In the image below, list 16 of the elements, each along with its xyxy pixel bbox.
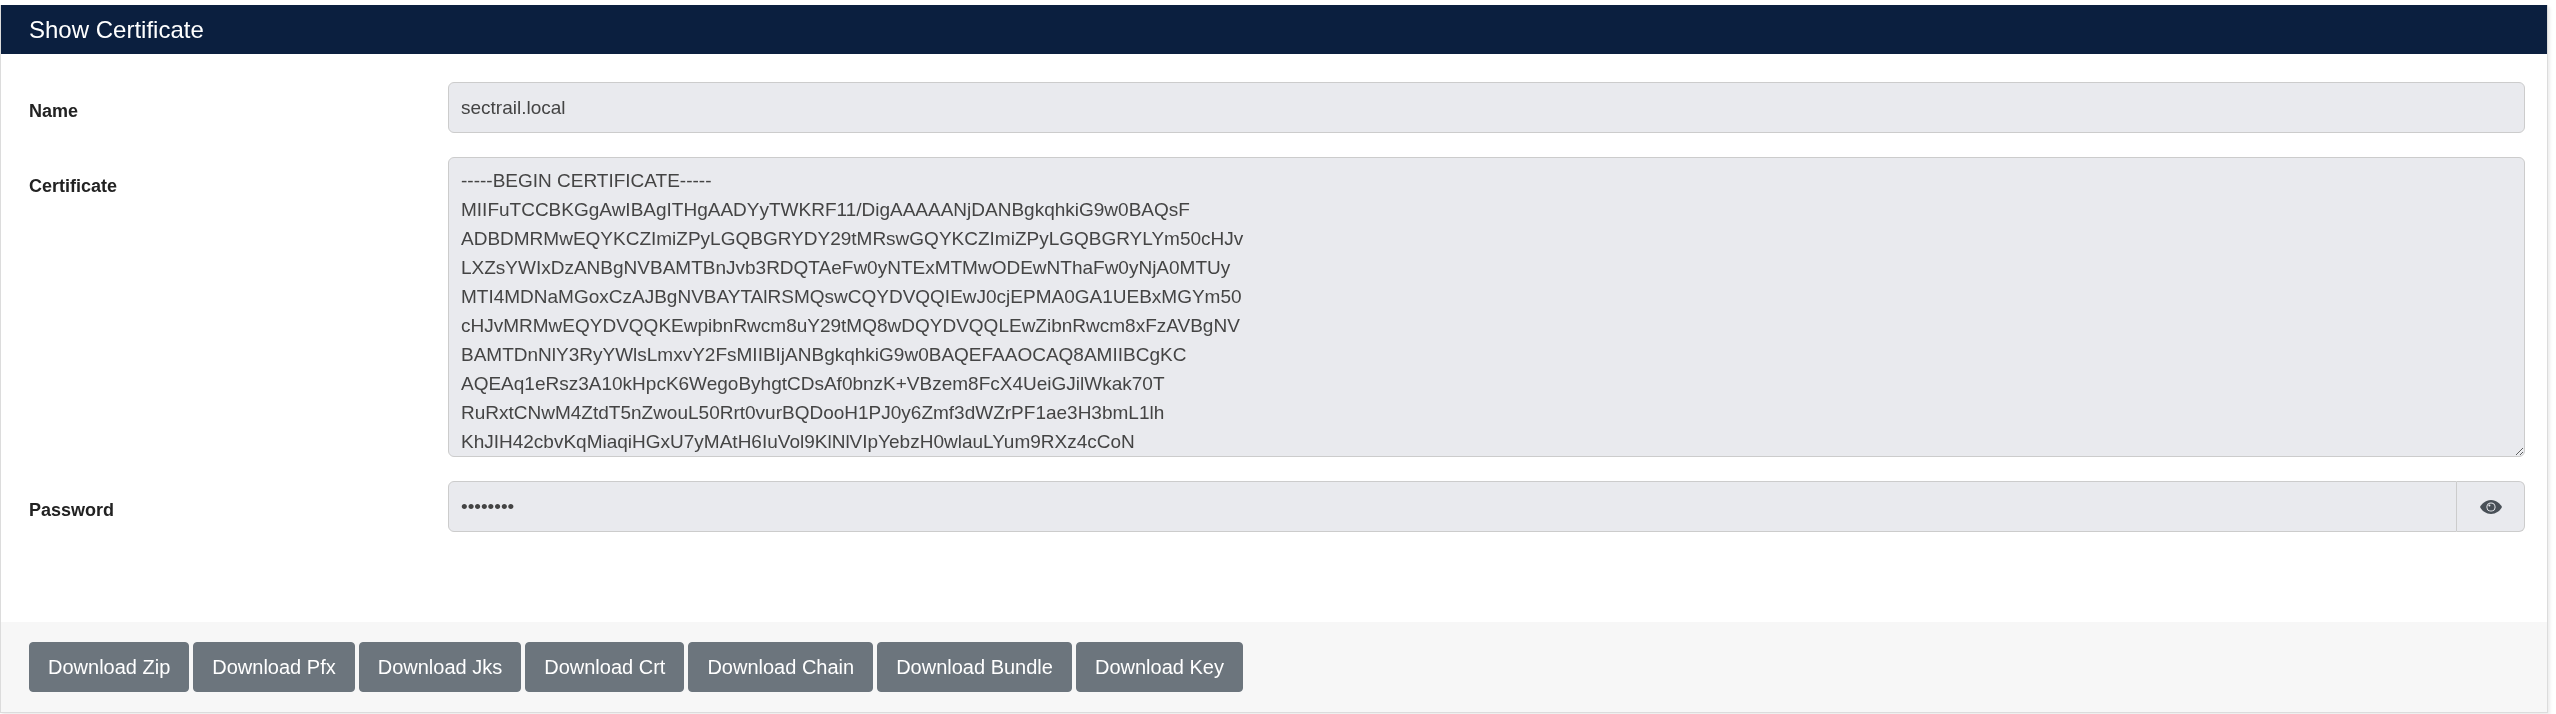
panel-title: Show Certificate (29, 14, 204, 45)
download-button[interactable]: Download Zip (29, 642, 190, 692)
name-field[interactable]: sectrail.local (448, 82, 2525, 133)
download-button[interactable]: Download Key (1075, 642, 1243, 692)
download-button[interactable]: Download Pfx (193, 642, 355, 692)
eye-icon (2478, 498, 2503, 515)
field-label: Password (29, 499, 116, 522)
download-button[interactable]: Download Jks (358, 642, 522, 692)
password-field[interactable]: •••••••• (448, 481, 2457, 532)
show-password-button[interactable] (2457, 481, 2525, 532)
field-label: Name (29, 100, 80, 123)
field-label: Certificate (29, 175, 119, 198)
certificate-text-area[interactable]: -----BEGIN CERTIFICATE----- MIIFuTCCBKGgAwIBAgITHgAADYyTWKRF11/DigAAAAANjDANBgkqhkiG9w0BAQsF ADBDMRMwEQYKCZImiZPyLGQBGRYDY29tMRswGQYKCZImiZPyLGQBGRYLYm50cHJv LXZsYWIxDzANBgNVBAMTBnJvb3RDQTAeFw0yNTExMTMwODEwNThaFw0yNjA0MTUy MTI4MDNaMGoxCzAJBgNVBAYTAlRSMQswCQYDVQQIEwJ0cjEPMA0GA1UEBxMGYm50 cHJvMRMwEQYDVQQKEwpibnRwcm8uY29tMQ8wDQYDVQQLEwZibnRwcm8xFzAVBgNV BAMTDnNlY3RyYWlsLmxvY2FsMIIBIjANBgkqhkiG9w0BAQEFAAOCAQ8AMIIBCgKC AQEAq1eRsz3A10kHpcK6WegoByhgtCDsAf0bnzK+VBzem8FcX4UeiGJilWkak70T RuRxtCNwM4ZtdT5nZwouL50Rrt0vurBQDooH1PJ0y6Zmf3dWZrPF1ae3H3bmL1lh KhJIH42cbvKqMiaqiHGxU7yMAtH6IuVol9KlNlVIpYebzH0wlauLYum9RXz4cCoN (448, 157, 2525, 457)
download-button[interactable]: Download Crt (525, 642, 685, 692)
download-button[interactable]: Download Bundle (877, 642, 1072, 692)
download-button[interactable]: Download Chain (688, 642, 874, 692)
